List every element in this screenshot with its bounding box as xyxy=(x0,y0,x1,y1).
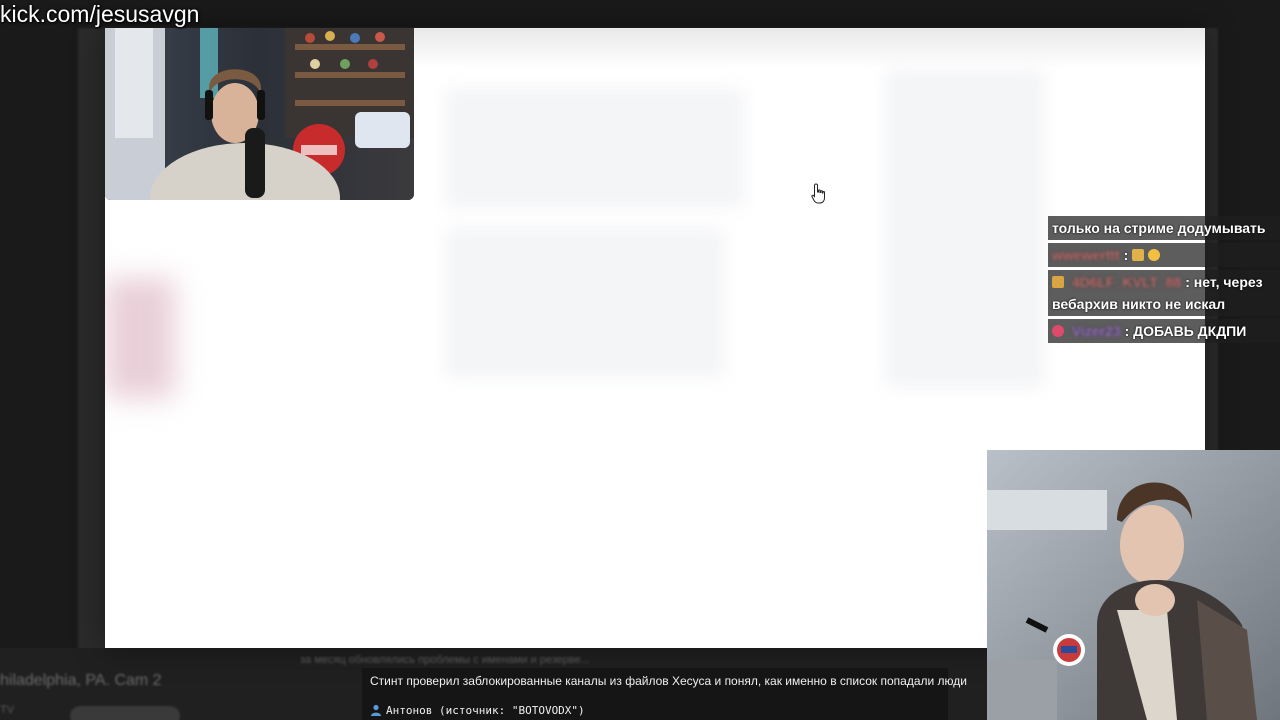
ghost-pink-block xyxy=(105,278,175,398)
emote-icon xyxy=(1132,249,1145,261)
background-tv-label: TV xyxy=(0,704,15,716)
news-ticker: Стинт проверил заблокированные каналы из… xyxy=(362,668,967,720)
ghost-block xyxy=(445,88,745,208)
ticker-source: Антонов (источник: "BOTOVODX") xyxy=(386,704,585,717)
chat-username: 4D6LF_KVLT_88 xyxy=(1071,274,1182,290)
heart-badge-icon xyxy=(1052,325,1064,337)
ticker-source-line: Антонов (источник: "BOTOVODX") xyxy=(370,704,585,717)
chat-message: Vizer23 : ДОБАВЬ ДКДПИ xyxy=(1048,319,1280,343)
chat-username: wwewerttt xyxy=(1052,247,1120,263)
person-icon xyxy=(371,704,381,716)
chat-message: только на стриме додумывать xyxy=(1048,216,1280,240)
emote-icon xyxy=(1148,249,1161,261)
crown-badge-icon xyxy=(1052,276,1064,288)
chat-text: : ДОБАВЬ ДКДПИ xyxy=(1124,323,1247,339)
background-button xyxy=(70,706,180,720)
chat-text: : xyxy=(1123,247,1129,263)
background-location-text: hiladelphia, PA. Cam 2 xyxy=(0,672,162,689)
chat-username: Vizer23 xyxy=(1071,323,1121,339)
stream-frame: hiladelphia, PA. Cam 2 TV за месяц обнов… xyxy=(0,0,1280,720)
webcam-2-image xyxy=(987,450,1280,720)
ghost-block xyxy=(445,228,725,378)
hand-pointer-icon xyxy=(811,183,825,204)
chat-text: только на стриме додумывать xyxy=(1052,220,1266,236)
ghost-block xyxy=(885,68,1045,388)
ticker-headline: Стинт проверил заблокированные каналы из… xyxy=(370,674,967,688)
background-description: за месяц обновлялись проблемы с именами … xyxy=(300,654,590,666)
webcam-1-image xyxy=(105,28,414,200)
chat-message: wwewerttt : xyxy=(1048,243,1280,267)
channel-url-watermark: kick.com/jesusavgn xyxy=(0,1,200,27)
chat-overlay: только на стриме додумывать wwewerttt : … xyxy=(1048,216,1280,346)
chat-message: 4D6LF_KVLT_88 : нет, через вебархив никт… xyxy=(1048,270,1280,316)
webcam-streamer-2 xyxy=(987,450,1280,720)
webcam-streamer-1 xyxy=(105,28,414,200)
